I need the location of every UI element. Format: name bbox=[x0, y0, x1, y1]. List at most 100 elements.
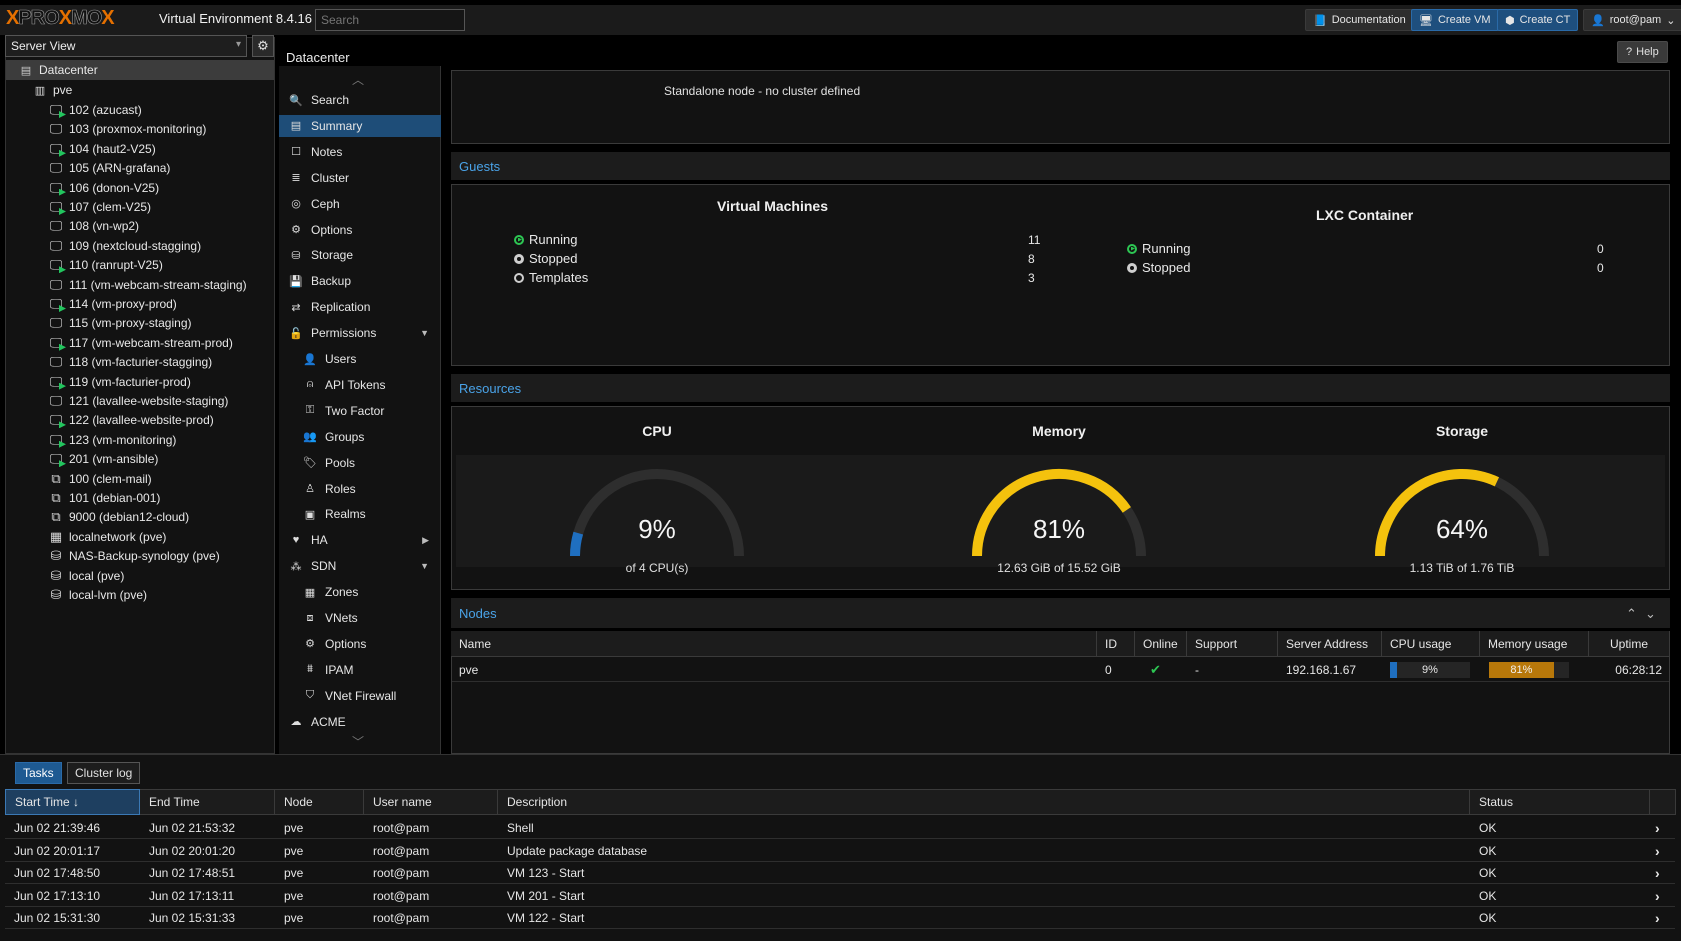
tree-item[interactable]: 🖵 107 (clem-V25) bbox=[6, 197, 274, 217]
tree-item[interactable]: ▦ localnetwork (pve) bbox=[6, 527, 274, 547]
nodes-col-uptime[interactable]: Uptime bbox=[1589, 631, 1670, 657]
create-vm-button[interactable]: 🖥 Create VM bbox=[1411, 9, 1499, 31]
task-row[interactable]: Jun 02 17:13:10 Jun 02 17:13:11 pve root@pa… bbox=[5, 885, 1675, 907]
global-search-input[interactable] bbox=[315, 9, 465, 31]
nodes-col-server-address[interactable]: Server Address bbox=[1278, 631, 1382, 657]
nodes-col-memory-usage[interactable]: Memory usage bbox=[1480, 631, 1589, 657]
tab-cluster-log[interactable]: Cluster log bbox=[67, 762, 141, 784]
tree-item[interactable]: 🖵 105 (ARN-grafana) bbox=[6, 158, 274, 178]
menu-scroll-up-icon[interactable]: ︿ bbox=[352, 71, 364, 88]
tree-item[interactable]: ⛁ local (pve) bbox=[6, 566, 274, 586]
documentation-button[interactable]: 📘 Documentation bbox=[1305, 9, 1414, 31]
task-row[interactable]: Jun 02 21:39:46 Jun 02 21:53:32 pve root@pa… bbox=[5, 817, 1675, 839]
sdn-icon: ⁂ bbox=[290, 560, 302, 573]
menu-scroll-down-icon[interactable]: ﹀ bbox=[352, 733, 364, 750]
tree-item[interactable]: ⧉ 9000 (debian12-cloud) bbox=[6, 507, 274, 527]
user-menu-button[interactable]: 👤 root@pam ⌄ bbox=[1583, 9, 1681, 31]
chevron-right-icon[interactable]: › bbox=[1655, 817, 1660, 839]
tree-item[interactable]: 🖵 122 (lavallee-website-prod) bbox=[6, 410, 274, 430]
chevron-right-icon[interactable]: › bbox=[1655, 907, 1660, 929]
chevron-right-icon[interactable]: › bbox=[1655, 862, 1660, 884]
tree-item[interactable]: 🖵 123 (vm-monitoring) bbox=[6, 430, 274, 450]
menu-item-storage[interactable]: ⛁ Storage bbox=[279, 244, 441, 266]
nodes-col-support[interactable]: Support bbox=[1187, 631, 1278, 657]
collapse-up-icon[interactable]: ⌃ bbox=[1626, 606, 1637, 622]
nodes-col-cpu-usage[interactable]: CPU usage bbox=[1382, 631, 1480, 657]
task-cell: Jun 02 21:39:46 bbox=[14, 821, 101, 835]
tree-item[interactable]: 🖵 111 (vm-webcam-stream-staging) bbox=[6, 275, 274, 295]
menu-item-zones[interactable]: ▦ Zones bbox=[279, 581, 441, 603]
task-row[interactable]: Jun 02 15:31:30 Jun 02 15:31:33 pve root@pa… bbox=[5, 907, 1675, 930]
nodes-col-name[interactable]: Name bbox=[451, 631, 1097, 657]
menu-item-vnets[interactable]: ⧈ VNets bbox=[279, 607, 441, 629]
collapse-down-icon[interactable]: ⌄ bbox=[1645, 606, 1656, 622]
menu-item-api-tokens[interactable]: ⍝ API Tokens bbox=[279, 374, 441, 396]
tree-item-datacenter[interactable]: ▤ Datacenter bbox=[6, 60, 274, 80]
tree-item[interactable]: 🖵 117 (vm-webcam-stream-prod) bbox=[6, 333, 274, 353]
tree-settings-button[interactable]: ⚙ bbox=[252, 35, 274, 57]
tree-item[interactable]: 🖵 108 (vn-wp2) bbox=[6, 216, 274, 236]
node-icon: ▥ bbox=[34, 84, 46, 97]
tasks-col-4[interactable]: Description bbox=[498, 789, 1470, 815]
menu-item-permissions[interactable]: 🔓 Permissions ▼ bbox=[279, 322, 441, 344]
menu-item-notes[interactable]: ☐ Notes bbox=[279, 141, 441, 163]
menu-item-acme[interactable]: ☁ ACME bbox=[279, 711, 441, 733]
tree-item[interactable]: 🖵 110 (ranrupt-V25) bbox=[6, 255, 274, 275]
menu-item-realms[interactable]: ▣ Realms bbox=[279, 503, 441, 525]
tree-item[interactable]: ⛁ local-lvm (pve) bbox=[6, 585, 274, 605]
menu-item-summary[interactable]: ▤ Summary bbox=[279, 114, 441, 137]
menu-item-backup[interactable]: 💾 Backup bbox=[279, 270, 441, 292]
nodes-col-online[interactable]: Online bbox=[1135, 631, 1187, 657]
menu-item-pools[interactable]: 🏷 Pools bbox=[279, 452, 441, 474]
tree-item[interactable]: 🖵 102 (azucast) bbox=[6, 100, 274, 120]
menu-item-sdn[interactable]: ⁂ SDN ▼ bbox=[279, 555, 441, 577]
menu-item-roles[interactable]: ♙ Roles bbox=[279, 478, 441, 500]
tree-item-label: pve bbox=[53, 83, 73, 97]
gauge-subtitle-storage: 1.13 TiB of 1.76 TiB bbox=[1409, 561, 1515, 575]
tab-tasks[interactable]: Tasks bbox=[15, 762, 62, 784]
menu-item-search[interactable]: 🔍 Search bbox=[279, 89, 441, 111]
chevron-right-icon[interactable]: › bbox=[1655, 885, 1660, 907]
tree-item-label: local-lvm (pve) bbox=[69, 588, 148, 602]
create-ct-button[interactable]: ⬢ Create CT bbox=[1497, 9, 1579, 31]
tasks-col-3[interactable]: User name bbox=[364, 789, 498, 815]
menu-item-ha[interactable]: ♥ HA ▶ bbox=[279, 529, 441, 551]
tree-item[interactable]: 🖵 118 (vm-facturier-stagging) bbox=[6, 352, 274, 372]
tree-item[interactable]: 🖵 106 (donon-V25) bbox=[6, 178, 274, 198]
help-button[interactable]: ? Help bbox=[1617, 41, 1668, 63]
menu-item-vnet-firewall[interactable]: ⛉ VNet Firewall bbox=[279, 685, 441, 707]
tasks-col-2[interactable]: Node bbox=[275, 789, 364, 815]
tasks-col-5[interactable]: Status bbox=[1470, 789, 1650, 815]
menu-item-ceph[interactable]: ◎ Ceph bbox=[279, 193, 441, 215]
tree-item[interactable]: 🖵 114 (vm-proxy-prod) bbox=[6, 294, 274, 314]
tree-item-label: 107 (clem-V25) bbox=[69, 200, 152, 214]
task-row[interactable]: Jun 02 17:48:50 Jun 02 17:48:51 pve root@pa… bbox=[5, 862, 1675, 885]
task-cell: Jun 02 20:01:17 bbox=[14, 843, 101, 858]
menu-item-two-factor[interactable]: ⚿ Two Factor bbox=[279, 400, 441, 422]
menu-item-options[interactable]: ⚙ Options bbox=[279, 219, 441, 241]
menu-item-ipam[interactable]: ⩩ IPAM bbox=[279, 659, 441, 681]
menu-item-groups[interactable]: 👥 Groups bbox=[279, 426, 441, 448]
menu-item-users[interactable]: 👤 Users bbox=[279, 348, 441, 370]
tree-item[interactable]: ⧉ 101 (debian-001) bbox=[6, 488, 274, 508]
tree-item[interactable]: 🖵 201 (vm-ansible) bbox=[6, 449, 274, 469]
tree-item-node[interactable]: ▥ pve bbox=[6, 80, 274, 100]
tree-item[interactable]: 🖵 103 (proxmox-monitoring) bbox=[6, 119, 274, 139]
tree-item[interactable]: ⛁ NAS-Backup-synology (pve) bbox=[6, 546, 274, 566]
chevron-right-icon[interactable]: › bbox=[1655, 840, 1660, 862]
tree-item[interactable]: 🖵 119 (vm-facturier-prod) bbox=[6, 372, 274, 392]
menu-item-options[interactable]: ⚙ Options bbox=[279, 633, 441, 655]
server-view-select[interactable]: Server View ▾ bbox=[5, 35, 247, 57]
monitor-icon: 🖵 bbox=[48, 432, 66, 448]
tasks-col-1[interactable]: End Time bbox=[140, 789, 275, 815]
tree-item[interactable]: 🖵 121 (lavallee-website-staging) bbox=[6, 391, 274, 411]
tree-item[interactable]: ⧉ 100 (clem-mail) bbox=[6, 469, 274, 489]
task-row[interactable]: Jun 02 20:01:17 Jun 02 20:01:20 pve root@pa… bbox=[5, 840, 1675, 862]
nodes-col-id[interactable]: ID bbox=[1097, 631, 1135, 657]
menu-item-replication[interactable]: ⇄ Replication bbox=[279, 296, 441, 318]
tree-item[interactable]: 🖵 104 (haut2-V25) bbox=[6, 139, 274, 159]
menu-item-cluster[interactable]: ≣ Cluster bbox=[279, 167, 441, 189]
tree-item[interactable]: 🖵 109 (nextcloud-stagging) bbox=[6, 236, 274, 256]
tasks-col-0[interactable]: Start Time ↓ bbox=[5, 789, 140, 815]
tree-item[interactable]: 🖵 115 (vm-proxy-staging) bbox=[6, 313, 274, 333]
